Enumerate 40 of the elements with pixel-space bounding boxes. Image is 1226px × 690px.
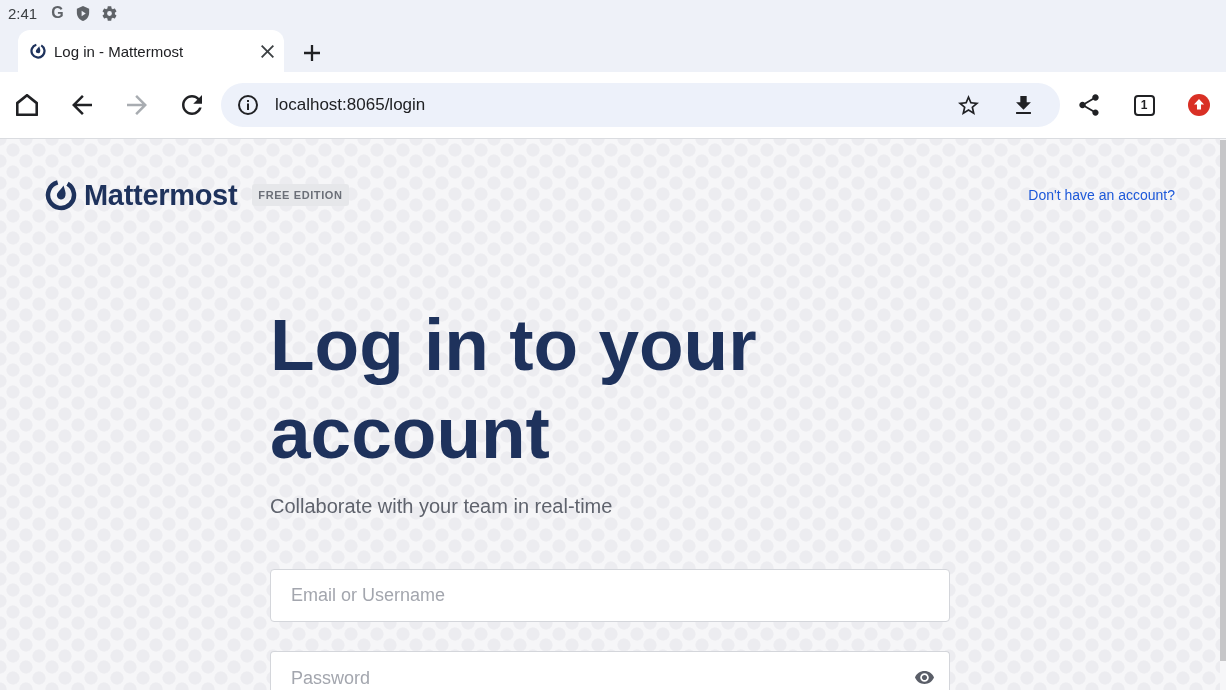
new-tab-button[interactable] — [304, 45, 320, 61]
plus-icon — [304, 45, 320, 61]
password-field[interactable]: Password — [270, 651, 950, 690]
download-icon — [1015, 96, 1031, 114]
share-button[interactable] — [1079, 94, 1099, 116]
g-letter-icon: G — [51, 5, 64, 21]
shield-play-icon — [75, 5, 90, 21]
edition-badge: FREE EDITION — [252, 184, 349, 206]
brand-name: Mattermost — [84, 178, 238, 212]
page-heading: Log in to your account — [270, 303, 758, 475]
forward-arrow-icon — [127, 95, 147, 115]
download-button[interactable] — [1015, 96, 1031, 114]
tab-title: Log in - Mattermost — [54, 42, 185, 60]
reload-icon — [182, 95, 202, 115]
settings-icon — [101, 5, 117, 21]
address-bar[interactable]: localhost:8065/login — [221, 83, 1060, 127]
username-field[interactable]: Email or Username — [270, 569, 950, 622]
tab-count-button[interactable]: 1 — [1133, 94, 1155, 116]
share-icon — [1079, 94, 1099, 116]
upgrade-button[interactable] — [1188, 94, 1210, 116]
close-tab-button[interactable] — [261, 44, 274, 58]
browser-tab[interactable]: Log in - Mattermost — [18, 30, 284, 72]
eye-icon — [915, 671, 934, 684]
star-icon — [957, 95, 979, 115]
mattermost-logo-icon — [30, 43, 46, 59]
bookmark-button[interactable] — [957, 95, 979, 115]
reload-button[interactable] — [182, 95, 202, 115]
close-icon — [261, 44, 274, 58]
info-icon — [238, 95, 258, 115]
signup-link[interactable]: Don't have an account? — [1028, 187, 1175, 203]
up-arrow-circle-icon — [1188, 94, 1210, 116]
back-button[interactable] — [72, 95, 92, 115]
home-button[interactable] — [16, 94, 38, 116]
home-icon — [16, 94, 38, 116]
url-text: localhost:8065/login — [275, 95, 427, 115]
status-time: 2:41 — [8, 4, 38, 22]
page-subtitle: Collaborate with your team in real-time — [270, 494, 613, 519]
scrollbar-thumb[interactable] — [1220, 140, 1226, 661]
back-arrow-icon — [72, 95, 92, 115]
mattermost-logo-icon — [45, 179, 77, 211]
